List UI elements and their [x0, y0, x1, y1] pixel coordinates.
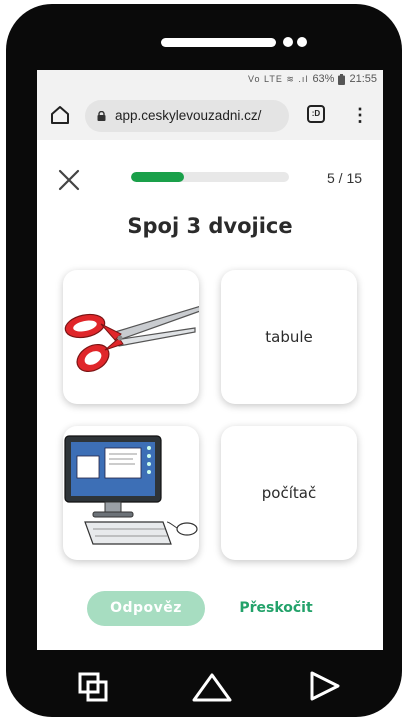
- browser-home-icon[interactable]: [49, 104, 71, 126]
- answer-button[interactable]: Odpověz: [87, 591, 205, 626]
- match-card-tabule[interactable]: tabule: [221, 270, 357, 404]
- card-label: počítač: [261, 484, 317, 502]
- progress-count: 5 / 15: [327, 170, 363, 186]
- tabs-switcher-button[interactable]: :D: [307, 105, 325, 123]
- url-text: app.ceskylevouzadni.cz/: [115, 108, 262, 123]
- computer-icon: [64, 435, 198, 545]
- status-time: 21:55: [349, 73, 377, 85]
- match-card-scissors[interactable]: [63, 270, 199, 404]
- browser-menu-icon[interactable]: ⋮: [351, 104, 369, 126]
- phone-sensor: [297, 37, 307, 47]
- home-icon[interactable]: [190, 670, 234, 704]
- battery-icon: [338, 73, 346, 85]
- skip-button[interactable]: Přeskočit: [221, 591, 331, 626]
- phone-speaker: [161, 38, 276, 47]
- status-bar: Vo LTE ≋ .ıl 63% 21:55: [37, 70, 383, 92]
- battery-level: 63%: [312, 73, 335, 85]
- browser-toolbar: app.ceskylevouzadni.cz/ :D ⋮: [37, 92, 383, 140]
- exercise-title: Spoj 3 dvojice: [127, 214, 293, 238]
- scissors-icon: [64, 305, 199, 373]
- phone-camera: [283, 37, 293, 47]
- phone-screen: Vo LTE ≋ .ıl 63% 21:55 app.ceskylevouzad…: [37, 70, 383, 650]
- address-bar[interactable]: app.ceskylevouzadni.cz/: [85, 100, 289, 132]
- close-icon[interactable]: [57, 168, 81, 192]
- card-label: tabule: [265, 328, 313, 346]
- signal-icons: Vo LTE ≋ .ıl: [248, 73, 309, 84]
- progress-bar: [131, 172, 289, 182]
- match-card-computer[interactable]: [63, 426, 199, 560]
- progress-fill: [131, 172, 184, 182]
- lock-icon: [97, 111, 106, 121]
- back-icon[interactable]: [308, 669, 342, 703]
- match-card-pocitac[interactable]: počítač: [221, 426, 357, 560]
- recents-icon[interactable]: [78, 672, 108, 702]
